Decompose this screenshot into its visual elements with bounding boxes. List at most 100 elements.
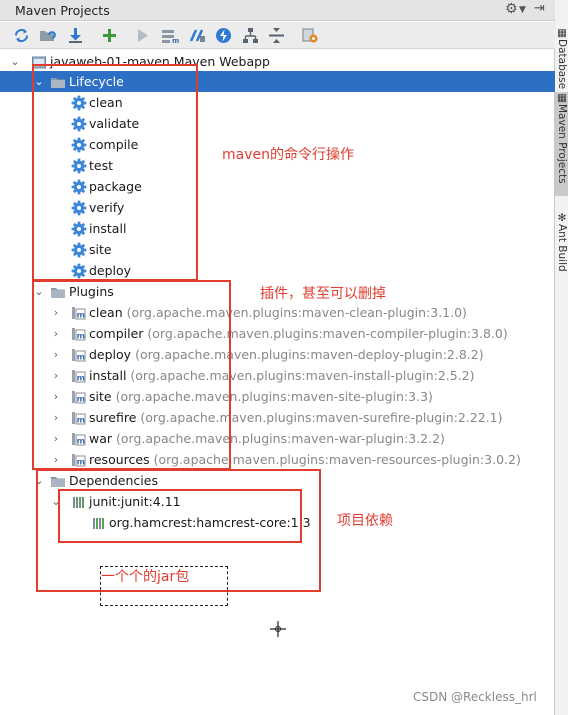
collapse-arrow-icon[interactable]: › [50, 344, 62, 365]
plugin-icon [71, 452, 87, 468]
collapse-arrow-icon[interactable]: › [50, 323, 62, 344]
dependency-junit[interactable]: ⌄ junit:junit:4.11 [0, 491, 555, 512]
side-tab-database[interactable]: ▦Database [555, 27, 568, 89]
dependency-hamcrest[interactable]: org.hamcrest:hamcrest-core:1.3 [0, 512, 555, 533]
execute-goal-icon[interactable]: m [160, 26, 179, 45]
plugin-icon [71, 410, 87, 426]
collapse-arrow-icon[interactable]: › [50, 428, 62, 449]
plugin-icon [71, 326, 87, 342]
lifecycle-goal-verify[interactable]: verify [0, 197, 555, 218]
goal-label: site [89, 242, 112, 257]
lifecycle-goal-deploy[interactable]: deploy [0, 260, 555, 281]
goal-label: validate [89, 116, 140, 131]
library-icon [71, 494, 87, 510]
svg-text:m: m [172, 37, 179, 45]
goal-label: deploy [89, 263, 132, 278]
plugin-name: war [89, 431, 113, 446]
collapse-arrow-icon[interactable]: › [50, 386, 62, 407]
maven-module-icon [31, 54, 47, 70]
gear-icon [71, 179, 87, 195]
plugin-site[interactable]: › site (org.apache.maven.plugins:maven-s… [0, 386, 555, 407]
run-icon[interactable] [133, 26, 152, 45]
plugin-icon [71, 368, 87, 384]
folder-icon [50, 284, 66, 300]
plugin-deploy[interactable]: › deploy (org.apache.maven.plugins:maven… [0, 344, 555, 365]
toggle-offline-icon[interactable] [188, 26, 207, 45]
dependencies-node[interactable]: ⌄ Dependencies [0, 470, 555, 491]
plugin-name: clean [89, 305, 123, 320]
plugin-clean[interactable]: › clean (org.apache.maven.plugins:maven-… [0, 302, 555, 323]
jar-annotation: 一个个的jar包 [101, 569, 190, 585]
lifecycle-goal-package[interactable]: package [0, 176, 555, 197]
reimport-icon[interactable] [12, 26, 31, 45]
lifecycle-goal-site[interactable]: site [0, 239, 555, 260]
lifecycle-goal-clean[interactable]: clean [0, 92, 555, 113]
expand-arrow-icon[interactable]: ⌄ [33, 281, 45, 302]
ant-icon: ✻ [556, 212, 568, 224]
expand-arrow-icon[interactable]: ⌄ [33, 71, 45, 92]
folder-icon [50, 473, 66, 489]
settings-icon[interactable] [301, 26, 320, 45]
collapse-arrow-icon[interactable]: › [50, 449, 62, 470]
plugin-coordinates: (org.apache.maven.plugins:maven-surefire… [140, 410, 503, 425]
watermark: CSDN @Reckless_hrl [413, 690, 537, 704]
plugin-icon [71, 431, 87, 447]
plugin-surefire[interactable]: › surefire (org.apache.maven.plugins:mav… [0, 407, 555, 428]
gear-icon [71, 116, 87, 132]
gear-icon [71, 137, 87, 153]
lifecycle-goal-install[interactable]: install [0, 218, 555, 239]
gear-icon [71, 242, 87, 258]
collapse-arrow-icon[interactable]: › [50, 302, 62, 323]
expand-arrow-icon[interactable]: ⌄ [9, 51, 21, 72]
plugin-icon [71, 389, 87, 405]
plugin-war[interactable]: › war (org.apache.maven.plugins:maven-wa… [0, 428, 555, 449]
lifecycle-annotation: maven的命令行操作 [222, 147, 354, 163]
goal-label: compile [89, 137, 139, 152]
download-icon[interactable] [66, 26, 85, 45]
gear-icon [71, 221, 87, 237]
settings-gear-icon[interactable]: ⚙ [505, 1, 518, 17]
plugin-coordinates: (org.apache.maven.plugins:maven-war-plug… [116, 431, 445, 446]
goal-label: install [89, 221, 127, 236]
toolbar: m [0, 22, 555, 49]
panel-title: Maven Projects [15, 3, 110, 18]
library-icon [91, 515, 107, 531]
generate-sources-icon[interactable] [38, 26, 57, 45]
lifecycle-goal-validate[interactable]: validate [0, 113, 555, 134]
plugin-name: compiler [89, 326, 144, 341]
plugin-coordinates: (org.apache.maven.plugins:maven-site-plu… [115, 389, 433, 404]
side-tab-maven-projects[interactable]: ▦Maven Projects [555, 92, 568, 196]
goal-label: package [89, 179, 142, 194]
plugin-icon [71, 305, 87, 321]
plugin-name: surefire [89, 410, 137, 425]
maven-projects-panel: Maven Projects ⚙ ▼ ⇥ m ⌄ javaweb-01-mave… [0, 0, 555, 715]
hide-panel-icon[interactable]: ⇥ [534, 1, 545, 16]
collapse-arrow-icon[interactable]: › [50, 407, 62, 428]
dependencies-icon[interactable] [241, 26, 260, 45]
plugins-annotation: 插件，甚至可以删掉 [260, 286, 386, 302]
add-icon[interactable] [100, 26, 119, 45]
gear-icon [71, 95, 87, 111]
project-root[interactable]: ⌄ javaweb-01-maven Maven Webapp [0, 51, 555, 72]
collapse-arrow-icon[interactable]: › [50, 365, 62, 386]
plugin-install[interactable]: › install (org.apache.maven.plugins:mave… [0, 365, 555, 386]
goal-label: test [89, 158, 114, 173]
chevron-down-icon[interactable]: ▼ [519, 5, 526, 15]
title-bar: Maven Projects ⚙ ▼ ⇥ [0, 0, 555, 21]
lifecycle-node[interactable]: ⌄ Lifecycle [0, 71, 555, 92]
skip-tests-icon[interactable] [214, 26, 233, 45]
collapse-icon[interactable] [267, 26, 286, 45]
database-icon: ▦ [556, 27, 568, 39]
folder-icon [50, 74, 66, 90]
expand-arrow-icon[interactable]: ⌄ [50, 491, 62, 512]
expand-arrow-icon[interactable]: ⌄ [33, 470, 45, 491]
plugin-compiler[interactable]: › compiler (org.apache.maven.plugins:mav… [0, 323, 555, 344]
gear-icon [71, 158, 87, 174]
plugins-label: Plugins [69, 284, 114, 299]
side-tab-ant-build[interactable]: ✻Ant Build [555, 212, 568, 282]
maven-icon: ▦ [556, 92, 568, 104]
plugin-resources[interactable]: › resources (org.apache.maven.plugins:ma… [0, 449, 555, 470]
dependencies-annotation: 项目依赖 [337, 513, 393, 529]
crosshair-cursor-icon [270, 621, 286, 637]
plugin-name: install [89, 368, 127, 383]
